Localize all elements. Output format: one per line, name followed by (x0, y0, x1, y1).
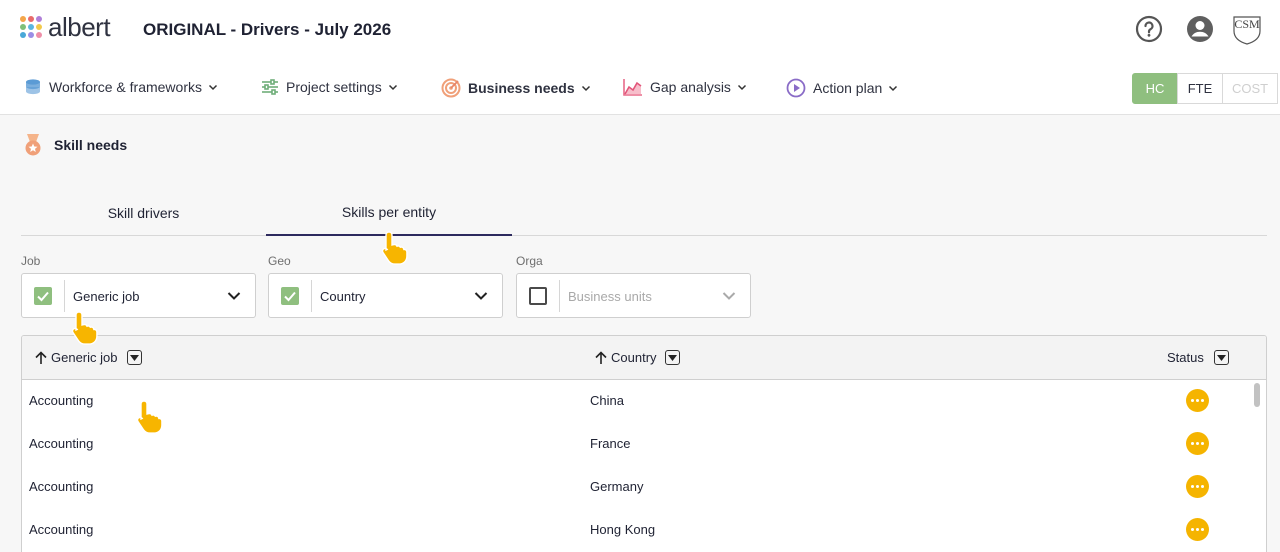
nav-action-plan[interactable]: Action plan (786, 78, 898, 98)
table-row[interactable]: Accounting France (22, 422, 1254, 465)
status-pending-icon[interactable] (1186, 389, 1209, 412)
column-label: Status (1167, 350, 1204, 365)
play-circle-icon (786, 78, 806, 98)
cell-country: China (590, 393, 624, 408)
chevron-down-icon (737, 84, 746, 91)
table-row[interactable]: Accounting China (22, 379, 1254, 422)
nav-label: Project settings (286, 79, 382, 95)
column-header-generic-job[interactable]: Generic job (34, 350, 143, 365)
project-title: ORIGINAL - Drivers - July 2026 (143, 20, 392, 39)
column-header-country[interactable]: Country (594, 350, 680, 365)
orga-filter-value: Business units (568, 289, 652, 304)
filter-label-job: Job (21, 254, 41, 268)
logo-dots-icon (20, 16, 42, 38)
column-filter-icon[interactable] (1213, 350, 1229, 365)
chevron-down-icon (722, 292, 736, 300)
cell-generic-job: Accounting (29, 522, 94, 537)
status-pending-icon[interactable] (1186, 432, 1209, 455)
pointer-hand-icon (71, 311, 98, 345)
status-pending-icon[interactable] (1186, 518, 1209, 541)
cell-generic-job: Accounting (29, 393, 94, 408)
hc-toggle-button[interactable]: HC (1132, 73, 1178, 104)
fte-toggle-button[interactable]: FTE (1177, 73, 1223, 104)
chevron-down-icon (889, 85, 898, 92)
top-bar: albert ORIGINAL - Drivers - July 2026 CS… (0, 0, 1280, 60)
nav-label: Gap analysis (650, 79, 731, 95)
job-filter-select[interactable]: Generic job (21, 273, 256, 318)
chevron-down-icon (388, 84, 397, 91)
column-label: Generic job (51, 350, 118, 365)
logo-text: albert (48, 12, 111, 42)
albert-logo[interactable]: albert (20, 12, 111, 42)
help-icon[interactable] (1135, 15, 1163, 48)
column-filter-icon[interactable] (127, 350, 143, 365)
nav-workforce-frameworks[interactable]: Workforce & frameworks (24, 78, 218, 96)
filter-label-orga: Orga (516, 254, 543, 268)
job-checkbox[interactable] (34, 287, 52, 305)
sort-ascending-icon[interactable] (594, 350, 608, 365)
chevron-down-icon (474, 292, 488, 300)
section-header: Skill needs (22, 133, 127, 157)
cell-generic-job: Accounting (29, 436, 94, 451)
pointer-hand-icon (136, 400, 163, 434)
sort-ascending-icon[interactable] (34, 350, 48, 365)
nav-label: Business needs (468, 80, 575, 96)
account-icon[interactable] (1186, 15, 1214, 48)
chevron-down-icon (227, 292, 241, 300)
column-filter-icon[interactable] (664, 350, 680, 365)
section-title: Skill needs (54, 137, 128, 153)
divider (559, 280, 560, 312)
tab-skill-drivers[interactable]: Skill drivers (21, 190, 266, 236)
cell-country: Germany (590, 479, 644, 494)
job-filter-value: Generic job (73, 289, 140, 304)
nav-label: Action plan (813, 80, 883, 96)
cell-generic-job: Accounting (29, 479, 94, 494)
table-row[interactable]: Accounting Germany (22, 465, 1254, 508)
filter-label-geo: Geo (268, 254, 291, 268)
divider (311, 280, 312, 312)
nav-gap-analysis[interactable]: Gap analysis (623, 78, 747, 96)
geo-checkbox[interactable] (281, 287, 299, 305)
area-chart-icon (623, 79, 642, 96)
csm-logo: CSM (1230, 12, 1264, 51)
divider (64, 280, 65, 312)
orga-checkbox[interactable] (529, 287, 547, 305)
cell-country: France (590, 436, 631, 451)
sliders-icon (262, 79, 278, 95)
column-label: Country (611, 350, 657, 365)
cell-country: Hong Kong (590, 522, 656, 537)
nav-label: Workforce & frameworks (49, 79, 202, 95)
target-icon (441, 78, 461, 98)
column-header-status[interactable]: Status (1167, 350, 1229, 365)
entity-table: Generic job Country Status Accounting Ch… (21, 335, 1267, 552)
unit-toggle: HC FTE COST (1132, 73, 1278, 104)
geo-filter-select[interactable]: Country (268, 273, 503, 318)
table-header: Generic job Country Status (22, 336, 1266, 380)
table-scrollbar[interactable] (1254, 383, 1260, 407)
table-row[interactable]: Accounting Hong Kong (22, 508, 1254, 551)
orga-filter-select[interactable]: Business units (516, 273, 751, 318)
main-nav: Workforce & frameworks Project settings … (0, 60, 1280, 115)
cost-toggle-button[interactable]: COST (1222, 73, 1278, 104)
geo-filter-value: Country (320, 289, 366, 304)
chevron-down-icon (208, 84, 218, 91)
medal-icon (25, 134, 41, 156)
database-icon (26, 79, 40, 95)
tab-bar: Skill drivers Skills per entity (21, 190, 1267, 236)
nav-project-settings[interactable]: Project settings (261, 78, 398, 96)
nav-business-needs[interactable]: Business needs (441, 78, 591, 98)
status-pending-icon[interactable] (1186, 475, 1209, 498)
chevron-down-icon (581, 85, 590, 92)
pointer-hand-icon (381, 231, 408, 265)
csm-logo-text: CSM (1234, 17, 1260, 31)
